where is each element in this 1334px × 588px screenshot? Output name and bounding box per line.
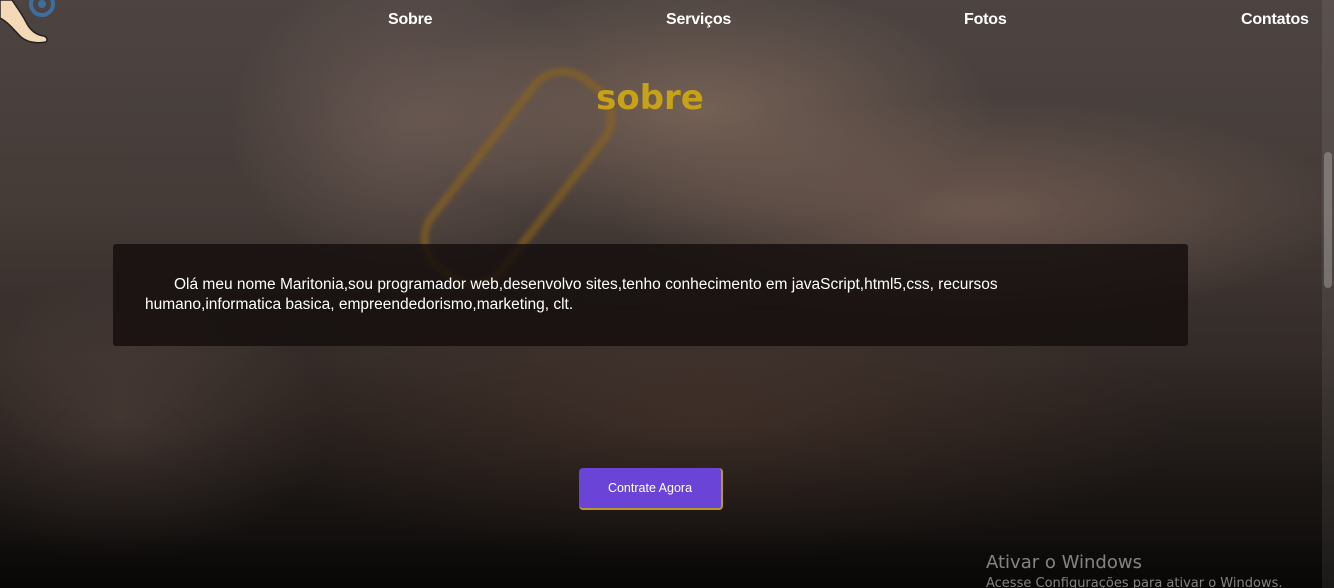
about-box: Olá meu nome Maritonia,sou programador w… <box>113 244 1188 346</box>
watermark-title: Ativar o Windows <box>986 552 1142 573</box>
page: Sobre Serviços Fotos Contatos sobre Olá … <box>0 0 1334 588</box>
watermark-subtitle: Acesse Configurações para ativar o Windo… <box>986 576 1283 588</box>
nav-link-fotos[interactable]: Fotos <box>964 11 1007 29</box>
nav-link-sobre[interactable]: Sobre <box>388 11 433 29</box>
main-nav: Sobre Serviços Fotos Contatos <box>0 0 1334 40</box>
section-title: sobre <box>596 78 704 118</box>
nav-link-contatos[interactable]: Contatos <box>1241 11 1309 29</box>
scrollbar-thumb[interactable] <box>1324 152 1332 288</box>
hire-now-button[interactable]: Contrate Agora <box>579 468 723 510</box>
about-text: Olá meu nome Maritonia,sou programador w… <box>145 276 998 313</box>
vertical-scrollbar[interactable] <box>1322 0 1334 588</box>
windows-activation-watermark: Ativar o Windows Acesse Configurações pa… <box>986 552 1282 588</box>
nav-link-servicos[interactable]: Serviços <box>666 11 731 29</box>
